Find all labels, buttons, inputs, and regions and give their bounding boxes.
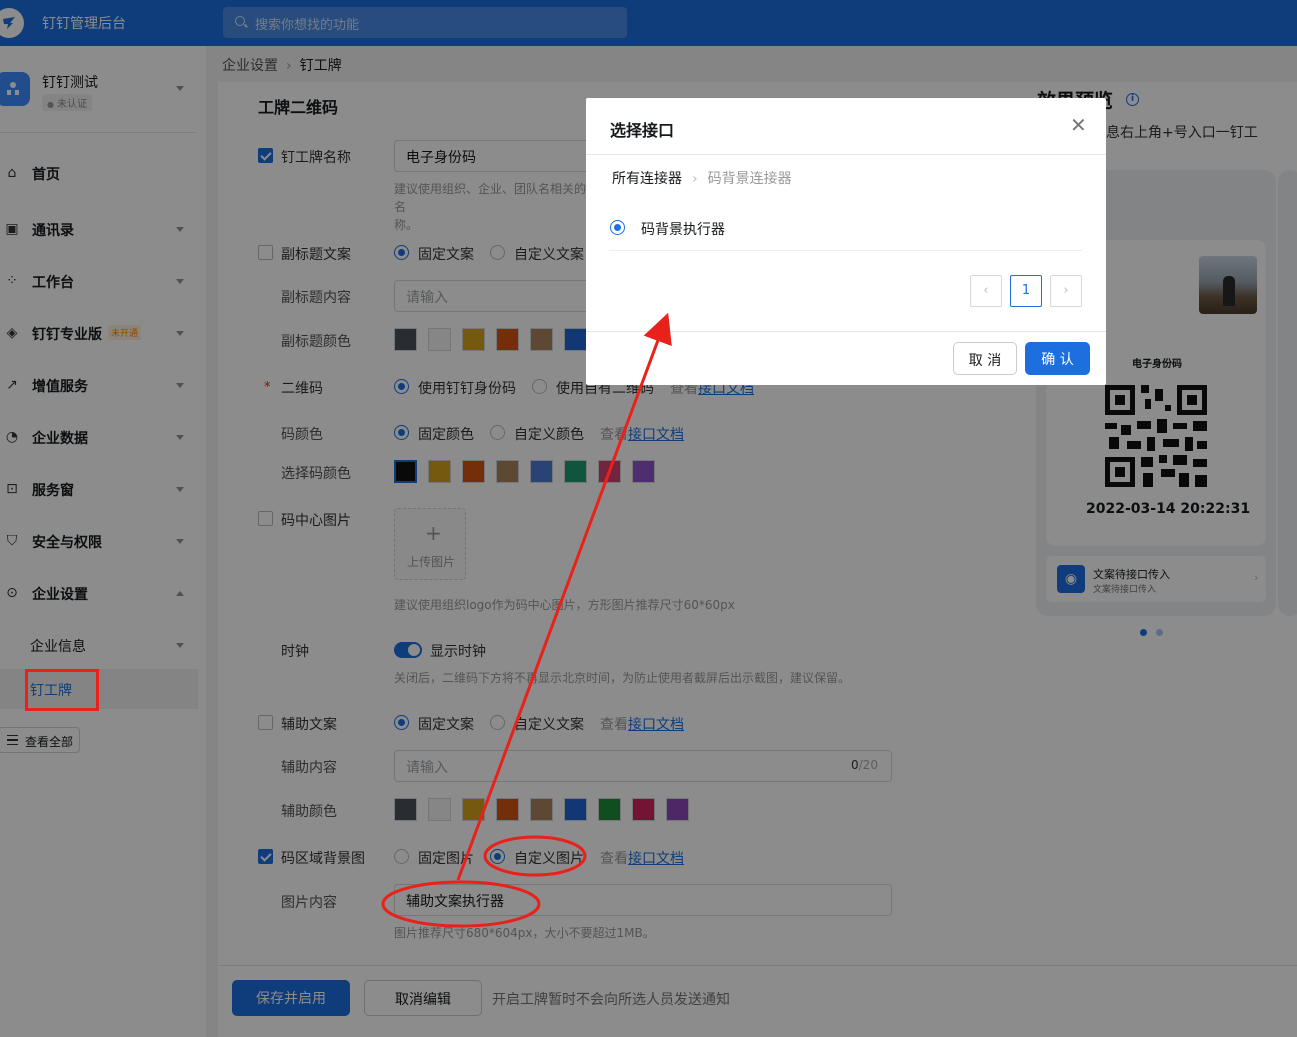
modal-crumb-root[interactable]: 所有连接器 [612,171,682,187]
pager-prev-icon[interactable]: ‹ [970,275,1002,307]
executor-label: 码背景执行器 [641,222,725,238]
modal-cancel-button[interactable]: 取 消 [953,342,1017,375]
modal-confirm-button[interactable]: 确 认 [1025,342,1090,375]
modal-title: 选择接口 [610,121,675,140]
breadcrumb-separator-icon: › [692,171,698,187]
modal-row-divider [609,250,1082,251]
annotation-box [25,669,99,711]
pager-page-1[interactable]: 1 [1010,275,1042,307]
modal-divider [586,154,1106,155]
executor-radio[interactable] [610,220,625,235]
pager-next-icon[interactable]: › [1050,275,1082,307]
modal-breadcrumb: 所有连接器 › 码背景连接器 [612,168,792,188]
select-interface-modal: 选择接口 ✕ 所有连接器 › 码背景连接器 码背景执行器 ‹ 1 › 取 消 确 认 [586,98,1106,385]
modal-crumb-current: 码背景连接器 [707,171,792,187]
close-icon[interactable]: ✕ [1070,115,1087,135]
modal-footer-divider [586,331,1106,332]
